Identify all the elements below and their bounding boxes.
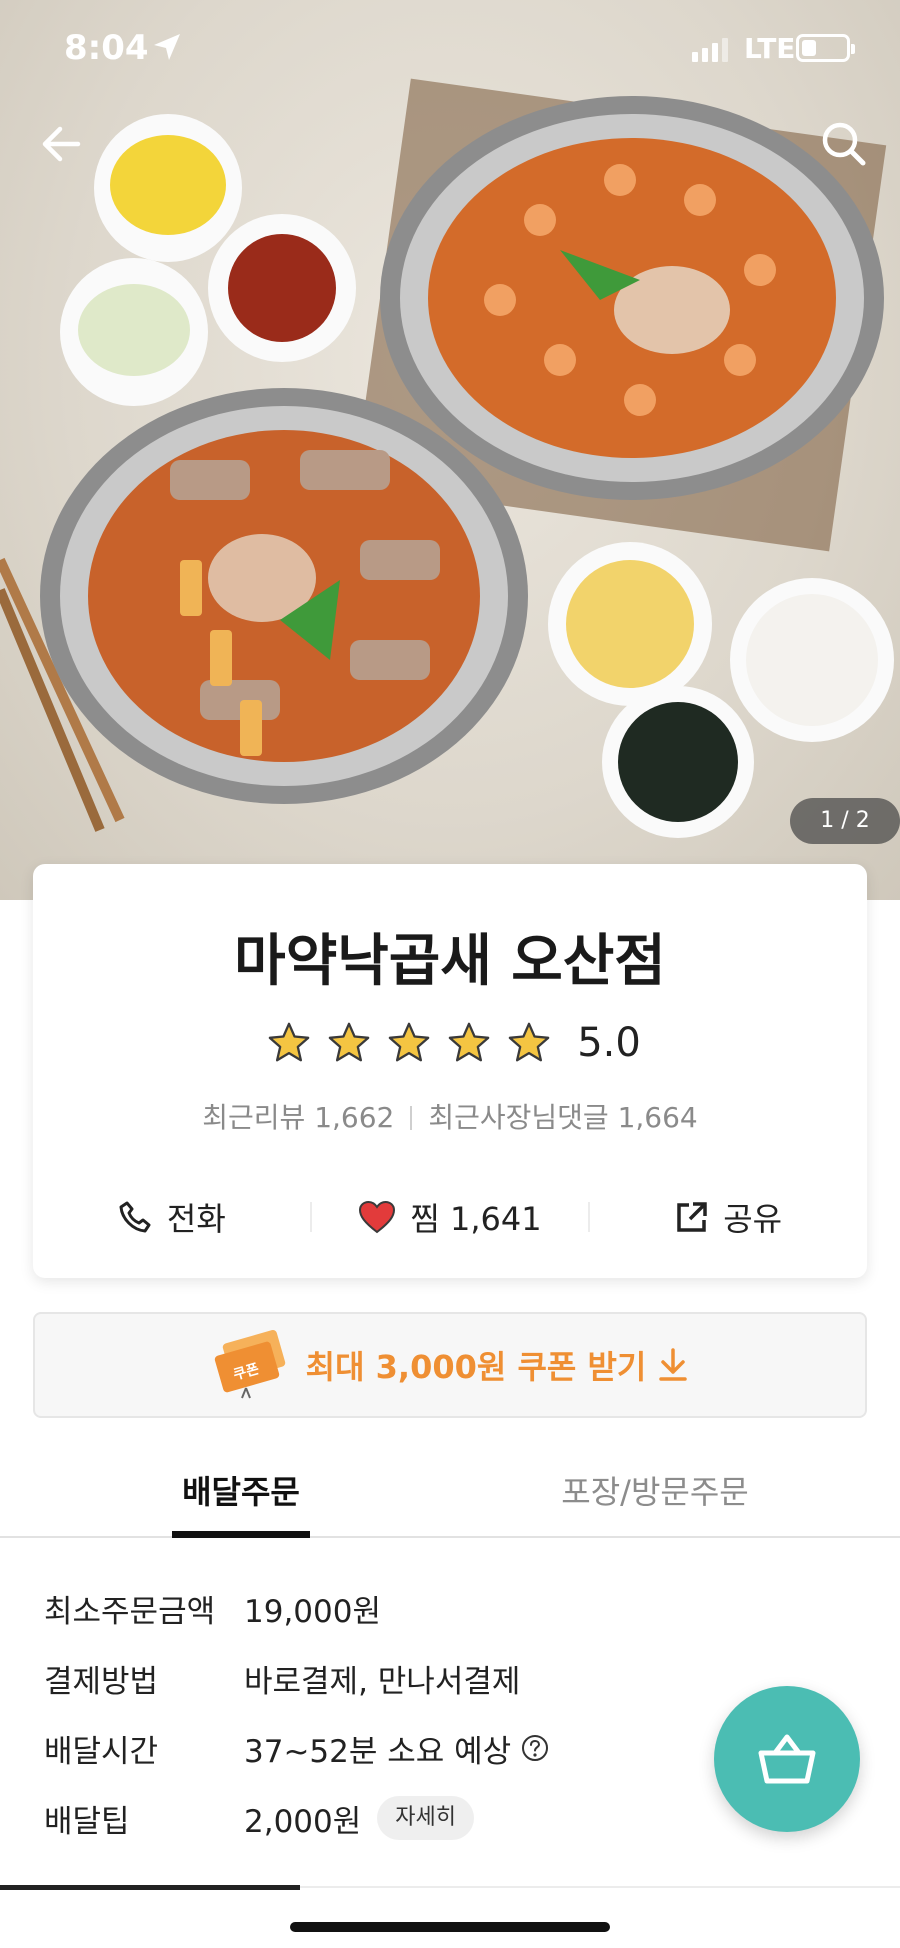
call-button[interactable]: 전화 <box>33 1182 310 1252</box>
delivery-time-label: 배달시간 <box>44 1733 159 1770</box>
tab-pickup[interactable]: 포장/방문주문 <box>520 1446 790 1538</box>
rating-value: 5.0 <box>577 1020 641 1066</box>
divider <box>410 1106 413 1130</box>
phone-icon <box>119 1201 151 1233</box>
payment-value: 바로결제, 만나서결제 <box>244 1663 521 1700</box>
min-order-row: 최소주문금액 19,000원 <box>44 1580 381 1636</box>
search-icon <box>822 122 866 166</box>
active-tab-indicator <box>0 1885 300 1890</box>
star-icon <box>508 1022 550 1062</box>
signal-icon <box>692 38 728 62</box>
cart-button[interactable] <box>714 1686 860 1832</box>
coupon-label: 최대 3,000원 쿠폰 받기 <box>305 1348 647 1386</box>
network-type: LTE <box>744 32 796 65</box>
store-name: 마약낙곱새 오산점 <box>234 929 666 994</box>
star-icon <box>328 1022 370 1062</box>
rating-row[interactable]: 5.0 <box>33 1016 867 1070</box>
order-type-tabs: 배달주문 포장/방문주문 <box>0 1446 900 1538</box>
payment-row: 결제방법 바로결제, 만나서결제 <box>44 1650 520 1706</box>
bottom-tab-bar <box>0 1885 900 1948</box>
status-time: 8:04 <box>64 28 149 68</box>
delivery-time-row: 배달시간 37~52분 소요 예상 <box>44 1720 549 1776</box>
basket-icon <box>758 1734 816 1784</box>
star-icon <box>448 1022 490 1062</box>
delivery-time-value: 37~52분 소요 예상 <box>244 1733 512 1770</box>
star-icon <box>388 1022 430 1062</box>
location-arrow-icon <box>154 34 180 60</box>
share-button[interactable]: 공유 <box>590 1182 867 1252</box>
heart-icon <box>359 1200 396 1234</box>
status-bar: 8:04 LTE <box>0 0 900 100</box>
download-arrow-icon <box>659 1348 688 1381</box>
food-photo <box>0 78 894 838</box>
photo-counter: 1 / 2 <box>790 798 900 844</box>
delivery-tip-label: 배달팁 <box>44 1803 130 1840</box>
store-actions: 전화 찜 1,641 공유 <box>33 1182 867 1252</box>
delivery-time-block: 37~52분 소요 예상 <box>244 1726 549 1771</box>
delivery-tip-detail-button[interactable]: 자세히 <box>377 1796 475 1840</box>
share-label: 공유 <box>723 1200 783 1238</box>
hero-image[interactable]: 8:04 LTE 1 / 2 <box>0 0 900 900</box>
delivery-tip-row: 배달팁 2,000원 자세히 <box>44 1790 475 1846</box>
min-order-value: 19,000원 <box>244 1593 381 1630</box>
back-arrow-icon <box>42 126 81 162</box>
coupon-banner[interactable]: 쿠폰 최대 3,000원 쿠폰 받기 <box>33 1312 867 1418</box>
payment-label: 결제방법 <box>44 1663 159 1700</box>
back-button[interactable] <box>34 116 90 172</box>
like-button[interactable]: 찜 1,641 <box>312 1182 589 1252</box>
owner-replies[interactable]: 최근사장님댓글 1,664 <box>428 1101 697 1134</box>
search-button[interactable] <box>816 116 872 172</box>
review-summary[interactable]: 최근리뷰 1,662 최근사장님댓글 1,664 <box>33 1096 867 1136</box>
battery-icon <box>796 34 855 62</box>
star-icon <box>268 1022 310 1062</box>
tab-delivery[interactable]: 배달주문 <box>172 1446 310 1538</box>
delivery-tip-block: 2,000원 자세히 <box>244 1796 475 1841</box>
home-indicator[interactable] <box>290 1922 610 1932</box>
coupon-icon: 쿠폰 <box>214 1329 285 1399</box>
min-order-label: 최소주문금액 <box>44 1593 216 1630</box>
recent-reviews[interactable]: 최근리뷰 1,662 <box>202 1101 394 1134</box>
delivery-tip-value: 2,000원 <box>244 1803 362 1840</box>
like-label: 찜 1,641 <box>410 1200 542 1238</box>
call-label: 전화 <box>166 1200 226 1238</box>
help-icon[interactable] <box>521 1734 549 1762</box>
store-info-card: 마약낙곱새 오산점 5.0 최근리뷰 1,662 최근사장님댓글 1,664 전화… <box>33 864 867 1278</box>
share-icon <box>677 1202 707 1232</box>
